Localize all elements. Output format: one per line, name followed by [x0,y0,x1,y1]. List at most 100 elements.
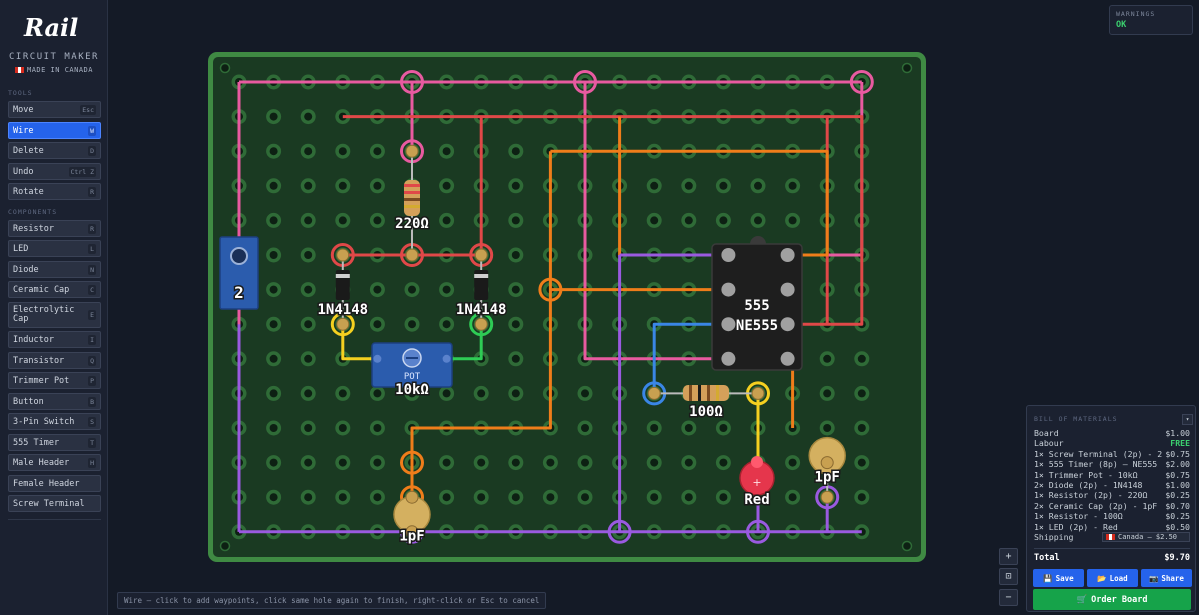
board-hole-center [650,458,659,467]
resistor-band [689,385,692,401]
board-hole-center [304,424,313,432]
board-hole-center [823,389,832,398]
board-hole-center [338,389,347,398]
ic-pin [721,282,736,297]
bom-row: 2× Diode (2p) - 1N4148 $1.00 [1034,480,1190,490]
bom-title: BILL OF MATERIALS [1034,415,1118,423]
bom-price: $2.00 [1165,459,1190,470]
board-hole-center [442,181,451,190]
board-hole-center [511,216,520,225]
resistor-band [404,184,420,187]
total-label: Total [1034,553,1060,563]
bom-item: 1× Resistor (2p) - 220Ω [1034,490,1148,501]
board-hole-center [269,320,278,329]
zoom-in-button[interactable]: + [999,548,1018,565]
board-hole-center [338,147,347,156]
board-hole-center [581,493,589,502]
board-hole-center [442,320,451,329]
save-button[interactable]: 💾 Save [1033,569,1084,587]
bom-item: Board [1034,428,1059,438]
board-hole-center [373,216,382,225]
shipping-row: Shipping Canada — $2.50 [1034,532,1190,542]
board-canvas[interactable]: 2 220Ω 1N4148 1N4148 POT10kΩ 1pF 1pF 555 NE555 10… [0,0,1199,615]
bom-item: 2× Ceramic Cap (2p) - 1pF [1034,500,1158,511]
board-hole-center [857,389,866,398]
board-hole-center [581,424,589,432]
bom-row: 1× Screw Terminal (2p) - 2 $0.75 [1034,449,1190,459]
pot-tag: POT [404,372,421,382]
bom-row: 2× Ceramic Cap (2p) - 1pF $0.70 [1034,501,1190,511]
board-hole-center [788,181,797,190]
bom-row: 1× 555 Timer (8p) — NE555 $2.00 [1034,459,1190,469]
bom-collapse-button[interactable]: ▾ [1182,414,1193,425]
board-hole-center [338,458,347,467]
mounting-hole [901,62,913,74]
board-hole-center [269,112,278,121]
share-button[interactable]: 📷 Share [1141,569,1192,587]
bom-row: 1× Trimmer Pot - 10kΩ $0.75 [1034,470,1190,480]
board-hole-center [373,458,382,467]
board-hole-center [719,458,728,467]
total-row: Total $9.70 [1034,548,1190,563]
camera-icon: 📷 [1149,573,1159,583]
board-hole-center [338,424,347,432]
board-hole-center [511,181,520,190]
order-board-button[interactable]: 🛒 Order Board [1033,589,1191,610]
board-hole-center [684,458,693,467]
board-hole-center [442,493,451,502]
board-hole-center [304,285,313,294]
wire-orange-top[interactable] [550,149,829,257]
board-hole-center [857,458,866,467]
component-label: 2 [234,283,244,302]
ic-pin [780,248,795,262]
folder-icon: 📂 [1097,573,1107,583]
board-hole-center [684,216,693,225]
zoom-fit-button[interactable]: ⊡ [999,568,1018,585]
component-label: 1N4148 [318,302,369,318]
bom-price: $0.75 [1165,469,1190,480]
bom-price: $1.00 [1165,480,1190,490]
board-hole-center [788,458,797,467]
total-value: $9.70 [1164,553,1190,563]
pot-pin [442,354,451,363]
board-hole-center [269,389,278,398]
board-hole-center [650,424,659,432]
canada-flag-icon [1106,534,1115,540]
warnings-title: WARNINGS [1116,10,1156,18]
ic-pin [780,282,795,297]
mounting-hole [219,540,231,552]
board-hole-center [269,181,278,190]
board-hole-center [304,493,313,502]
component-pad [405,248,419,262]
shipping-label: Shipping [1034,532,1074,542]
board-hole-center [269,216,278,225]
board-hole-center [719,216,728,225]
component-pad [820,490,834,504]
board-hole-center [511,285,520,294]
component-pad [474,317,488,331]
bom-row: 1× Resistor (2p) - 220Ω $0.25 [1034,490,1190,500]
board-hole-center [373,147,382,156]
board-hole-center [511,147,520,156]
ic-pin [780,351,795,366]
board-hole-center [511,354,520,363]
ic-pin [721,351,736,366]
board-hole-center [477,493,486,502]
shipping-select[interactable]: Canada — $2.50 [1102,532,1190,542]
board-hole-center [442,147,451,156]
board-hole-center [442,285,451,294]
board-hole-center [650,493,659,502]
bom-price: $1.00 [1165,428,1190,438]
board-hole-center [857,424,866,432]
load-button[interactable]: 📂 Load [1087,569,1138,587]
board-hole-center [546,493,555,502]
zoom-out-button[interactable]: − [999,589,1018,606]
component-label: 100Ω [689,404,723,420]
bom-row: Board $1.00 [1034,428,1190,438]
board-hole-center [304,389,313,398]
component-pad [820,456,834,470]
screw-icon [230,247,248,265]
resistor-band [404,205,420,208]
board-hole-center [304,320,313,329]
cart-icon: 🛒 [1076,594,1088,605]
